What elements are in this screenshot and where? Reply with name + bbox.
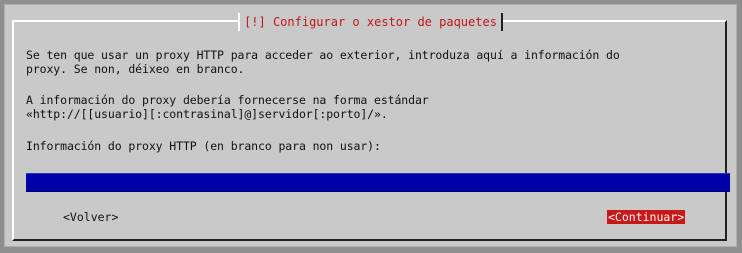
- continue-button[interactable]: <Continuar>: [607, 210, 686, 224]
- back-button[interactable]: <Volver>: [62, 210, 119, 224]
- proxy-prompt-label: Información do proxy HTTP (en branco par…: [26, 139, 381, 153]
- format-hint-line-2: «http://[[usuario][:contrasinal]@]servid…: [26, 107, 388, 121]
- proxy-input[interactable]: [26, 173, 730, 192]
- dialog-title-bar: [!] Configurar o xestor de paquetes: [4, 11, 737, 31]
- dialog: [!] Configurar o xestor de paquetes Se t…: [4, 4, 737, 247]
- dialog-title: [!] Configurar o xestor de paquetes: [238, 13, 503, 31]
- description-line-2: proxy. Se non, déixeo en branco.: [26, 62, 245, 76]
- description-line-1: Se ten que usar un proxy HTTP para acced…: [26, 48, 620, 62]
- format-hint-line-1: A información do proxy debería fornecers…: [26, 93, 429, 107]
- installer-screen: [!] Configurar o xestor de paquetes Se t…: [0, 0, 742, 253]
